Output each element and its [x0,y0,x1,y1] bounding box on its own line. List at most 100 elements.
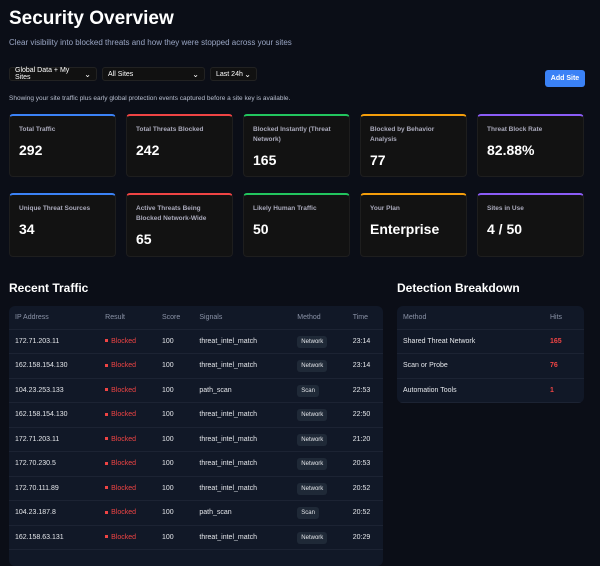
stat-value: 82.88% [487,142,535,158]
table-row[interactable]: 162.158.154.130 Blocked 100 threat_intel_ma… [9,353,383,379]
cell: 162.158.154.130 [9,353,100,379]
stat-label: Threat Block Rate [487,126,543,133]
result-blocked: Blocked [105,534,136,541]
method-badge: Network [297,335,328,348]
cell: 100 [155,378,194,403]
table-row[interactable]: 162.158.154.130 Blocked 100 threat_intel_ma… [9,402,383,428]
stat-label: Unique Threat Sources [19,205,91,212]
cell: 20:53 [346,451,383,477]
cell: 100 [155,525,194,550]
method-badge: Network [297,360,328,373]
site-value: All Sites [108,70,134,78]
method-badge: Network [297,531,328,544]
cell: 172.70.111.89 [9,476,100,501]
stat-value: 4 / 50 [487,221,523,237]
cell: 100 [155,427,194,452]
stat-label: Blocked by Behavior Analysis [370,126,435,143]
column-header: Hits [544,306,584,330]
stat-label: Active Threats Being Blocked Network-Wid… [136,205,207,222]
cell: 20:52 [346,476,383,501]
cell: 172.71.203.11 [9,427,100,452]
stat-value: Enterprise [370,221,440,237]
cell: threat_intel_match [193,476,292,501]
stat-label: Blocked Instantly (Threat Network) [253,126,331,143]
stat-card: Blocked Instantly (Threat Network) 165 [243,114,350,177]
table-row[interactable]: 104.23.253.133 Blocked 100 path_scan Scan 22:… [9,378,383,403]
table-row[interactable]: 172.70.230.5 Blocked 100 threat_intel_match… [9,451,383,477]
cell: 104.23.253.133 [9,378,100,403]
method-badge: Network [297,409,328,422]
add-site-button[interactable]: Add Site [545,70,585,87]
column-header: Method [291,306,347,330]
column-header: Score [155,306,194,330]
cell: 22:53 [346,378,383,403]
chevron-down-icon: ⌄ [244,69,251,79]
stat-value: 292 [19,142,43,158]
cell: threat_intel_match [193,451,292,477]
cell: path_scan [193,378,292,403]
table-row[interactable]: 104.23.187.8 Blocked 100 path_scan Scan 20:52 [9,500,383,526]
cell: 100 [155,353,194,379]
breakdown-row: Scan or Probe 76 [397,353,584,379]
stat-label: Your Plan [370,205,400,212]
cell: threat_intel_match [193,525,292,550]
cell: 162.158.63.131 [9,525,100,550]
cell: threat_intel_match [193,353,292,379]
stat-card: Total Traffic 292 [9,114,116,177]
stat-value: 165 [253,152,277,168]
cell: 22:50 [346,402,383,428]
table-row[interactable]: 172.70.111.89 Blocked 100 threat_intel_matc… [9,476,383,501]
method-badge: Network [297,433,328,446]
column-header: IP Address [9,306,100,330]
stat-value: 50 [253,221,269,237]
cell: 20:52 [346,500,383,526]
stat-card: Active Threats Being Blocked Network-Wid… [126,193,233,257]
result-blocked: Blocked [105,338,136,345]
method-name: Scan or Probe [397,353,544,379]
chevron-down-icon: ⌄ [84,69,91,79]
method-badge: Network [297,482,328,495]
table-row[interactable]: 162.158.63.131 Blocked 100 threat_intel_mat… [9,525,383,550]
method-name: Shared Threat Network [397,329,544,354]
hits-count: 1 [544,378,584,403]
range-value: Last 24h [216,70,243,78]
data-source-select[interactable]: Global Data + My Sites ⌄ [9,67,97,81]
cell: path_scan [193,500,292,526]
column-header: Signals [193,306,292,330]
cell: 100 [155,451,194,477]
cell: 100 [155,500,194,526]
stat-label: Sites in Use [487,205,524,212]
table-row[interactable]: 172.71.203.11 Blocked 100 threat_intel_matc… [9,427,383,452]
stat-label: Likely Human Traffic [253,205,317,212]
hits-count: 165 [544,329,584,354]
cell: 23:14 [346,329,383,354]
breakdown-row: Shared Threat Network 165 [397,329,584,354]
column-header: Method [397,306,544,330]
stat-card: Threat Block Rate 82.88% [477,114,584,177]
result-blocked: Blocked [105,436,136,443]
stat-value: 242 [136,142,160,158]
recent-traffic-title: Recent Traffic [9,281,89,295]
range-select[interactable]: Last 24h ⌄ [210,67,257,81]
cell: 162.158.154.130 [9,402,100,428]
site-select[interactable]: All Sites ⌄ [102,67,205,81]
hits-count: 76 [544,353,584,379]
cell: 100 [155,476,194,501]
cell: 104.23.187.8 [9,500,100,526]
cell: 23:14 [346,353,383,379]
stat-label: Total Threats Blocked [136,126,204,133]
result-blocked: Blocked [105,362,136,369]
cell: threat_intel_match [193,402,292,428]
table-row[interactable]: 172.71.203.11 Blocked 100 threat_intel_matc… [9,329,383,354]
stat-value: 65 [136,231,152,247]
stat-card: Unique Threat Sources 34 [9,193,116,257]
stat-card: Your Plan Enterprise [360,193,467,257]
recent-traffic-table: IP Address Result Score Signals Method Time 17… [9,306,383,566]
result-blocked: Blocked [105,387,136,394]
page-subtitle: Clear visibility into blocked threats an… [9,38,292,47]
stat-card: Sites in Use 4 / 50 [477,193,584,257]
method-badge: Network [297,458,328,471]
page-title: Security Overview [9,8,174,29]
cell: threat_intel_match [193,329,292,354]
method-badge: Scan [297,384,319,397]
